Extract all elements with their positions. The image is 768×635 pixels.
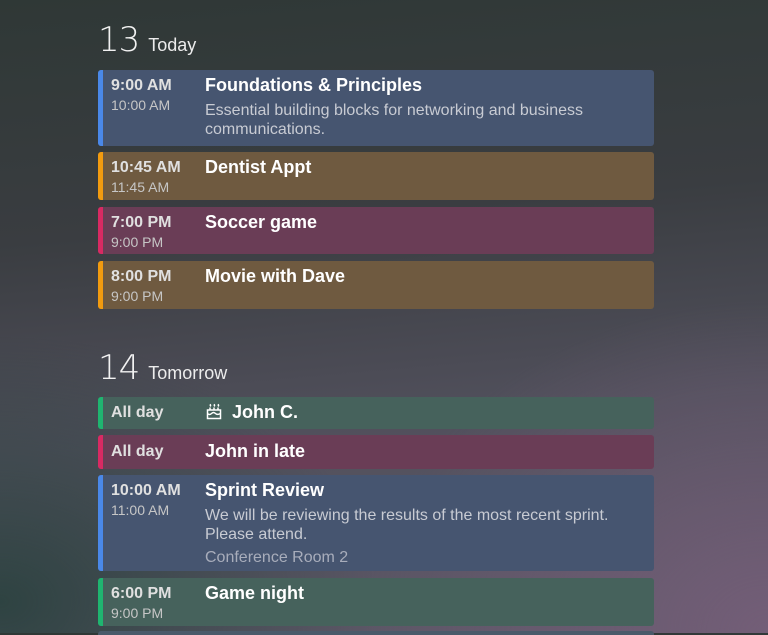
- day-header-today: 13 Today: [98, 20, 196, 60]
- event-start-time: 7:00 PM: [111, 214, 172, 231]
- event-description: Essential building blocks for networking…: [205, 102, 583, 138]
- event-start-time: All day: [111, 443, 164, 460]
- event-end-time: 9:00 PM: [111, 288, 164, 304]
- birthday-cake-icon: [205, 402, 223, 424]
- event-title: John in late: [205, 441, 306, 461]
- event-color-bar: [98, 261, 103, 309]
- event-start-time: 8:00 PM: [111, 268, 172, 285]
- day-label: Tomorrow: [148, 363, 228, 383]
- event-end-time: 11:00 AM: [111, 502, 170, 518]
- event-times: 10:45 AM 11:45 AM: [111, 158, 181, 197]
- event-times: 9:00 AM 10:00 AM: [111, 76, 172, 115]
- event-title: Game night: [205, 583, 305, 603]
- event-color-bar: [98, 207, 103, 254]
- event-color-bar: [98, 435, 103, 469]
- event-times: All day: [111, 442, 163, 461]
- event-color-bar: [98, 70, 103, 146]
- event-color-bar: [98, 578, 103, 626]
- event-color-bar: [98, 152, 103, 200]
- event-birthday[interactable]: All day John C.: [98, 397, 654, 429]
- event-movie[interactable]: 8:00 PM 9:00 PM Movie with Dave: [98, 261, 654, 309]
- event-john-late[interactable]: All day John in late: [98, 435, 654, 469]
- event-game-night[interactable]: 6:00 PM 9:00 PM Game night: [98, 578, 654, 626]
- event-dentist[interactable]: 10:45 AM 11:45 AM Dentist Appt: [98, 152, 654, 200]
- event-end-time: 9:00 PM: [111, 605, 164, 621]
- event-color-bar: [98, 397, 103, 429]
- event-times: 7:00 PM 9:00 PM: [111, 213, 171, 252]
- event-times: All day: [111, 403, 163, 422]
- day-number: 14: [98, 348, 140, 388]
- event-start-time: 6:00 PM: [111, 585, 172, 602]
- event-description: We will be reviewing the results of the …: [205, 507, 609, 543]
- event-foundations[interactable]: 9:00 AM 10:00 AM Foundations & Principle…: [98, 70, 654, 146]
- event-end-time: 10:00 AM: [111, 97, 171, 113]
- event-color-bar: [98, 475, 103, 571]
- event-start-time: 10:45 AM: [111, 159, 181, 176]
- event-times: 10:00 AM 11:00 AM: [111, 481, 181, 520]
- event-title: Movie with Dave: [205, 266, 346, 286]
- event-soccer[interactable]: 7:00 PM 9:00 PM Soccer game: [98, 207, 654, 254]
- event-location: Conference Room 2: [205, 549, 349, 566]
- event-start-time: All day: [111, 404, 164, 421]
- day-label: Today: [148, 35, 197, 55]
- event-title: Foundations & Principles: [205, 75, 423, 95]
- day-header-tomorrow: 14 Tomorrow: [98, 348, 227, 388]
- day-number: 13: [98, 20, 140, 60]
- event-end-time: 9:00 PM: [111, 234, 164, 250]
- event-title: Sprint Review: [205, 480, 325, 500]
- event-sprint-review[interactable]: 10:00 AM 11:00 AM Sprint Review We will …: [98, 475, 654, 571]
- event-times: 6:00 PM 9:00 PM: [111, 584, 171, 623]
- event-title-row: John C.: [205, 402, 298, 424]
- event-times: 8:00 PM 9:00 PM: [111, 267, 171, 306]
- event-title: Dentist Appt: [205, 157, 312, 177]
- next-event-edge: [98, 631, 654, 635]
- event-title: Soccer game: [205, 212, 318, 232]
- event-start-time: 9:00 AM: [111, 77, 172, 94]
- event-start-time: 10:00 AM: [111, 482, 181, 499]
- event-end-time: 11:45 AM: [111, 179, 170, 195]
- event-title: John C.: [232, 402, 298, 422]
